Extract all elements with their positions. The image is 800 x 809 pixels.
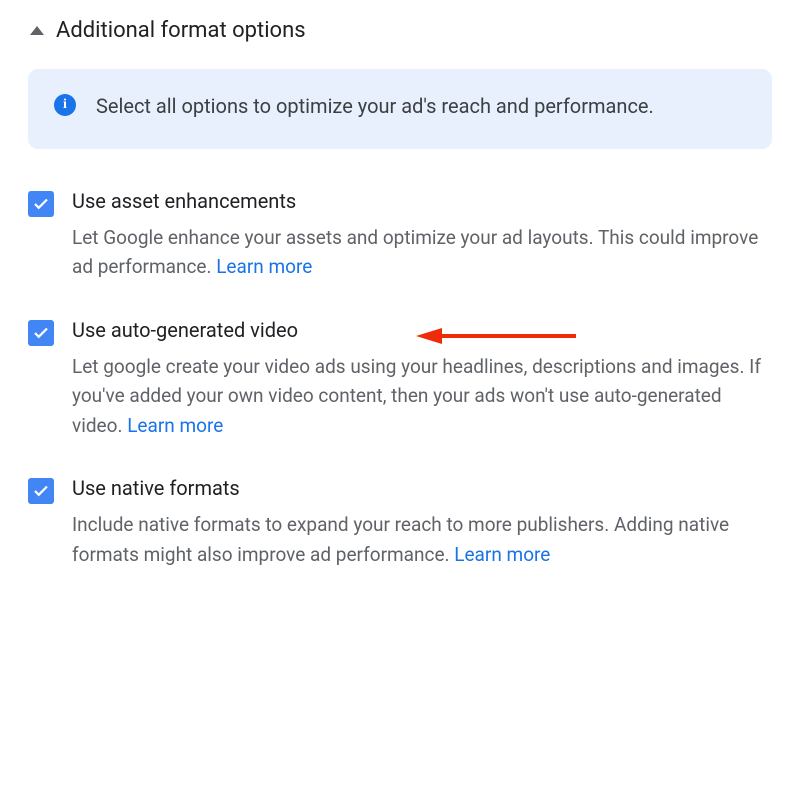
checkmark-icon	[32, 324, 50, 342]
option-asset-enhancements: Use asset enhancements Let Google enhanc…	[28, 189, 772, 282]
option-auto-generated-video: Use auto-generated video Let google crea…	[28, 318, 772, 440]
option-native-formats: Use native formats Include native format…	[28, 476, 772, 569]
option-desc-text: Include native formats to expand your re…	[72, 513, 729, 565]
option-title: Use native formats	[72, 476, 772, 500]
option-description: Include native formats to expand your re…	[72, 510, 772, 569]
checkbox-asset-enhancements[interactable]	[28, 191, 54, 217]
learn-more-link[interactable]: Learn more	[454, 543, 550, 566]
option-title: Use asset enhancements	[72, 189, 772, 213]
info-banner: i Select all options to optimize your ad…	[28, 69, 772, 149]
checkbox-auto-generated-video[interactable]	[28, 320, 54, 346]
chevron-up-icon	[30, 26, 44, 35]
info-banner-text: Select all options to optimize your ad's…	[96, 91, 654, 121]
learn-more-link[interactable]: Learn more	[216, 255, 312, 278]
option-content: Use native formats Include native format…	[72, 476, 772, 569]
option-title: Use auto-generated video	[72, 318, 772, 342]
checkmark-icon	[32, 195, 50, 213]
option-desc-text: Let Google enhance your assets and optim…	[72, 226, 758, 278]
option-description: Let Google enhance your assets and optim…	[72, 223, 772, 282]
option-content: Use asset enhancements Let Google enhanc…	[72, 189, 772, 282]
checkbox-native-formats[interactable]	[28, 478, 54, 504]
option-description: Let google create your video ads using y…	[72, 352, 772, 440]
section-title: Additional format options	[56, 18, 306, 43]
section-toggle[interactable]: Additional format options	[28, 18, 772, 43]
checkmark-icon	[32, 482, 50, 500]
info-icon: i	[54, 94, 76, 116]
learn-more-link[interactable]: Learn more	[127, 414, 223, 437]
option-content: Use auto-generated video Let google crea…	[72, 318, 772, 440]
